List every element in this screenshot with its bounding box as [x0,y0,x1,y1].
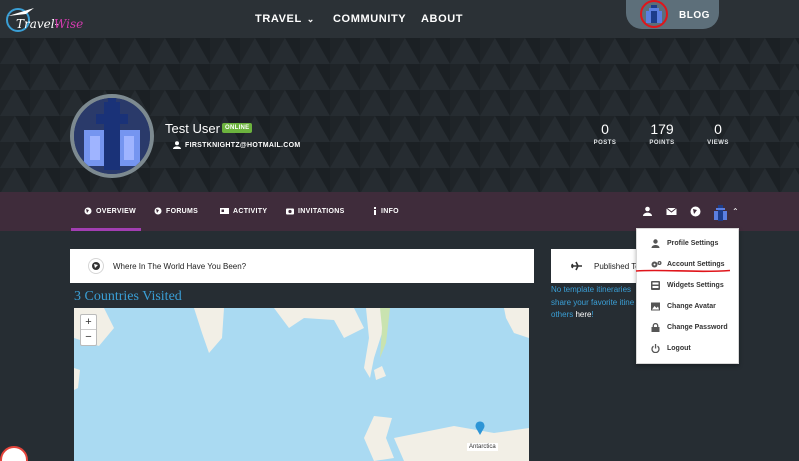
tab-activity[interactable]: ACTIVITY [220,207,267,215]
globe-icon[interactable] [690,206,701,217]
globe-icon-circle [88,258,104,274]
map-zoom-control: + − [80,314,97,346]
lock-icon [651,323,660,332]
page: Travel- Wise TRAVEL ⌄ COMMUNITY ABOUT BLO… [0,0,799,461]
here-link[interactable]: here [575,310,591,319]
tab-info[interactable]: INFO [373,207,399,215]
svg-text:Travel-: Travel- [16,17,59,31]
menu-logout-label: Logout [667,345,691,352]
tab-overview-label: OVERVIEW [96,208,137,215]
menu-change-avatar[interactable]: Change Avatar [637,297,740,317]
profile-username: Test User [165,121,220,136]
nav-travel[interactable]: TRAVEL ⌄ [255,13,315,25]
avatar-image [74,98,150,174]
side-text-line-3: others here! [551,309,641,322]
user-icon [651,239,660,248]
stat-views-value: 0 [714,121,722,137]
nav-community[interactable]: COMMUNITY [333,13,406,25]
stat-views-label: VIEWS [707,140,729,146]
menu-widgets-settings-label: Widgets Settings [667,282,724,289]
globe-icon [84,207,92,215]
group-icon[interactable] [642,206,653,217]
svg-text:Wise: Wise [54,17,83,31]
side-text-line-1: No template itineraries [551,285,632,294]
annotation-circle [640,0,668,28]
power-icon [651,344,660,353]
map-marker-icon[interactable] [475,421,485,435]
tab-forums-label: FORUMS [166,208,199,215]
camera-icon [286,208,294,215]
menu-widgets-settings[interactable]: Widgets Settings [637,276,740,296]
tab-info-label: INFO [381,208,399,215]
menu-logout[interactable]: Logout [637,339,740,359]
plane-icon [571,261,582,271]
user-account-dropdown: Profile Settings Account Settings Widget… [636,228,739,364]
envelope-icon[interactable] [666,206,677,217]
stat-posts-label: POSTS [593,140,617,146]
globe-icon [92,262,100,270]
published-templates-title: Published Te [594,262,640,271]
stat-points-value: 179 [650,121,674,137]
map-label-antarctica: Antarctica [467,443,498,451]
annotation-underline [635,269,731,273]
profile-tab-bar: OVERVIEW FORUMS ACTIVITY INVITATIONS INF… [0,192,799,231]
blog-button[interactable]: BLOG [626,0,719,29]
chevron-up-icon[interactable]: ⌃ [732,207,739,216]
blog-label: BLOG [679,10,710,21]
globe-icon [154,207,162,215]
map-tiles [74,308,529,461]
menu-account-settings-label: Account Settings [667,261,725,268]
where-in-world-title: Where In The World Have You Been? [113,262,247,271]
top-navigation: Travel- Wise TRAVEL ⌄ COMMUNITY ABOUT BLO… [0,0,799,38]
zoom-in-button[interactable]: + [81,315,96,330]
world-map[interactable]: + − Antarctica [74,308,529,461]
active-tab-indicator [71,228,141,231]
tab-overview[interactable]: OVERVIEW [84,207,136,215]
travel-wise-logo[interactable]: Travel- Wise [4,4,84,36]
stat-posts-value: 0 [601,121,609,137]
chevron-down-icon: ⌄ [306,14,315,24]
profile-email: FIRSTKNIGHTZ@HOTMAIL.COM [185,142,301,149]
widgets-icon [651,281,660,290]
countries-visited-heading: 3 Countries Visited [74,289,182,304]
side-text-line-3-pre: others [551,310,576,319]
side-text-line-2: share your favorite itine [551,297,635,307]
profile-avatar[interactable] [70,94,154,178]
image-icon [651,302,660,311]
menu-change-password-label: Change Password [667,324,728,331]
menu-change-avatar-label: Change Avatar [667,303,716,310]
online-status-badge: ONLINE [222,123,253,133]
menu-profile-settings-label: Profile Settings [667,240,719,247]
info-icon [374,207,376,215]
nav-about[interactable]: ABOUT [421,13,463,25]
menu-profile-settings[interactable]: Profile Settings [637,234,740,254]
user-icon [173,141,181,149]
published-templates-card: Published Te [551,249,641,283]
tab-invitations-label: INVITATIONS [298,208,345,215]
id-card-icon [220,208,229,214]
tab-invitations[interactable]: INVITATIONS [286,207,345,215]
zoom-out-button[interactable]: − [81,330,96,345]
help-button[interactable] [0,446,28,461]
template-itineraries-text: No template itineraries share your favor… [551,284,641,322]
tab-forums[interactable]: FORUMS [154,207,198,215]
where-in-world-card: Where In The World Have You Been? [70,249,534,283]
menu-change-password[interactable]: Change Password [637,318,740,338]
stat-points-label: POINTS [649,140,675,146]
side-text-line-3-post: ! [591,310,594,319]
tab-activity-label: ACTIVITY [233,208,268,215]
nav-travel-label: TRAVEL [255,13,302,25]
user-menu-avatar[interactable] [712,204,729,221]
